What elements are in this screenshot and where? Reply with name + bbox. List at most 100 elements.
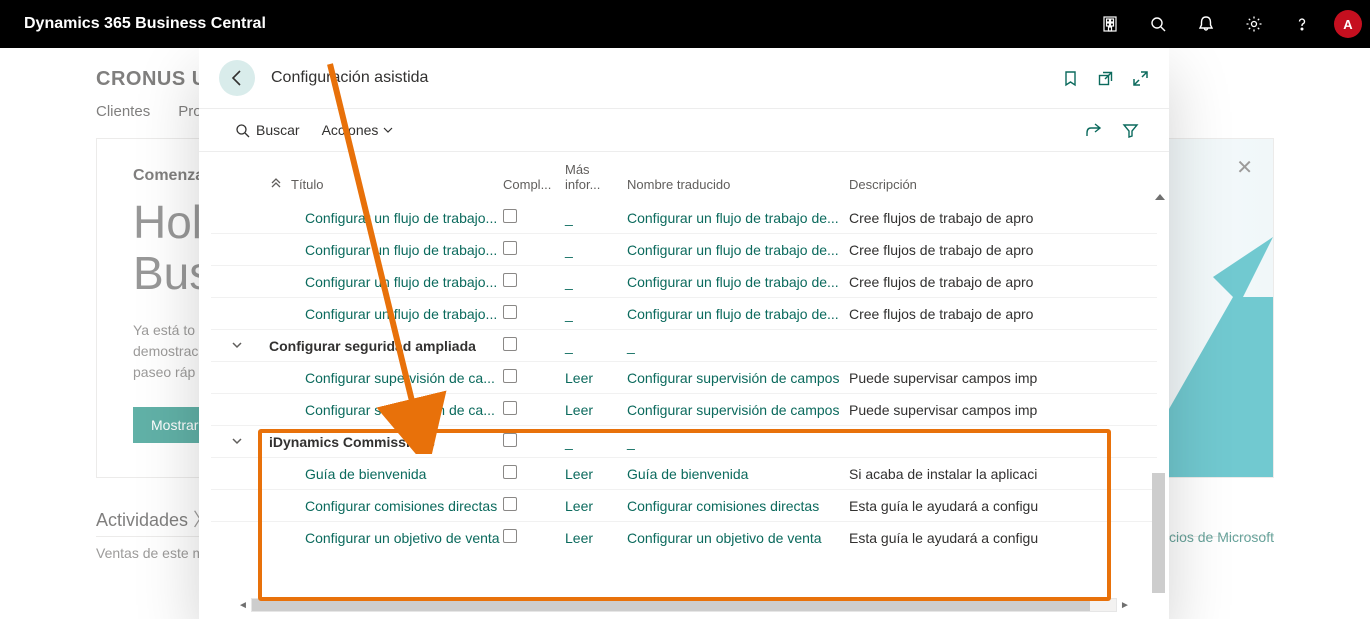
- row-title-link[interactable]: Guía de bienvenida: [269, 466, 426, 482]
- table-header: Título Compl... Más infor... Nombre trad…: [211, 152, 1157, 202]
- row-title-link[interactable]: Configurar un flujo de trabajo...: [269, 306, 497, 322]
- user-avatar[interactable]: A: [1334, 10, 1362, 38]
- help-icon[interactable]: [1280, 0, 1324, 48]
- completed-checkbox[interactable]: [503, 465, 517, 479]
- filter-icon[interactable]: [1122, 122, 1139, 139]
- translated-name-link[interactable]: Configurar un objetivo de venta: [627, 530, 822, 546]
- completed-checkbox[interactable]: [503, 241, 517, 255]
- open-new-window-icon[interactable]: [1097, 70, 1114, 87]
- row-description: Puede supervisar campos imp: [849, 402, 1139, 418]
- completed-checkbox[interactable]: [503, 433, 517, 447]
- horizontal-scrollbar-thumb[interactable]: [252, 599, 1090, 611]
- info-empty: _: [565, 210, 573, 226]
- translated-name-link[interactable]: Configurar comisiones directas: [627, 498, 819, 514]
- row-title-link[interactable]: Configurar supervisión de ca...: [269, 370, 495, 386]
- row-description: Cree flujos de trabajo de apro: [849, 210, 1139, 226]
- col-moreinfo-header-1[interactable]: Más: [565, 162, 590, 177]
- completed-checkbox[interactable]: [503, 337, 517, 351]
- topbar-actions: A: [1088, 0, 1362, 48]
- translated-name-link[interactable]: Configurar un flujo de trabajo de...: [627, 274, 839, 290]
- table-row: Configurar un objetivo de venta Leer Confi…: [211, 521, 1157, 553]
- setup-table: Título Compl... Más infor... Nombre trad…: [199, 152, 1169, 619]
- bookmark-icon[interactable]: [1062, 70, 1079, 87]
- share-icon[interactable]: [1085, 122, 1102, 139]
- info-empty: _: [565, 274, 573, 290]
- collapse-all-icon[interactable]: [269, 178, 283, 192]
- row-description: Cree flujos de trabajo de apro: [849, 306, 1139, 322]
- more-info-link[interactable]: Leer: [565, 466, 593, 482]
- row-title-link[interactable]: Configurar un flujo de trabajo...: [269, 274, 497, 290]
- col-description-header[interactable]: Descripción: [849, 177, 1139, 192]
- row-title-link[interactable]: Configurar un flujo de trabajo...: [269, 242, 497, 258]
- table-row: Configurar supervisión de ca... Leer Confi…: [211, 361, 1157, 393]
- name-empty: _: [627, 338, 635, 354]
- row-description: Puede supervisar campos imp: [849, 370, 1139, 386]
- search-icon[interactable]: [1136, 0, 1180, 48]
- table-row: Configurar un flujo de trabajo..._Config…: [211, 233, 1157, 265]
- table-group-row: Configurar seguridad ampliada _ _: [211, 329, 1157, 361]
- search-action[interactable]: Buscar: [235, 122, 300, 138]
- info-empty: _: [565, 306, 573, 322]
- vertical-scrollbar-thumb[interactable]: [1152, 473, 1165, 593]
- table-row: Configurar comisiones directas Leer Config…: [211, 489, 1157, 521]
- search-label: Buscar: [256, 122, 300, 138]
- horizontal-scrollbar[interactable]: ◄ ►: [235, 597, 1133, 613]
- translated-name-link[interactable]: Configurar un flujo de trabajo de...: [627, 242, 839, 258]
- info-empty: _: [565, 434, 573, 450]
- translated-name-link[interactable]: Configurar supervisión de campos: [627, 402, 839, 418]
- completed-checkbox[interactable]: [503, 529, 517, 543]
- more-info-link[interactable]: Leer: [565, 498, 593, 514]
- name-empty: _: [627, 434, 635, 450]
- translated-name-link[interactable]: Configurar un flujo de trabajo de...: [627, 306, 839, 322]
- back-button[interactable]: [219, 60, 255, 96]
- col-translated-name-header[interactable]: Nombre traducido: [627, 177, 849, 192]
- row-description: Cree flujos de trabajo de apro: [849, 242, 1139, 258]
- app-brand: Dynamics 365 Business Central: [24, 15, 266, 33]
- actions-label: Acciones: [322, 122, 379, 138]
- completed-checkbox[interactable]: [503, 305, 517, 319]
- translated-name-link[interactable]: Guía de bienvenida: [627, 466, 748, 482]
- more-info-link[interactable]: Leer: [565, 370, 593, 386]
- scroll-left-icon[interactable]: ◄: [235, 600, 251, 611]
- more-info-link[interactable]: Leer: [565, 402, 593, 418]
- chevron-down-icon[interactable]: [229, 435, 245, 447]
- translated-name-link[interactable]: Configurar un flujo de trabajo de...: [627, 210, 839, 226]
- col-completed-header[interactable]: Compl...: [503, 177, 565, 192]
- col-title-header[interactable]: Título: [291, 177, 324, 192]
- table-body: Configurar un flujo de trabajo..._Config…: [211, 202, 1157, 553]
- environment-icon[interactable]: [1088, 0, 1132, 48]
- expand-panel-icon[interactable]: [1132, 70, 1149, 87]
- table-row: Configurar un flujo de trabajo... _ Config…: [211, 202, 1157, 233]
- table-row: Configurar un flujo de trabajo... _ Config…: [211, 297, 1157, 329]
- table-row: Configurar supervisión de ca... Leer Confi…: [211, 393, 1157, 425]
- assisted-setup-panel: Configuración asistida Buscar Acciones T…: [199, 48, 1169, 619]
- table-row: Guía de bienvenida Leer Guía de bienvenida…: [211, 457, 1157, 489]
- actions-menu[interactable]: Acciones: [322, 122, 395, 138]
- settings-icon[interactable]: [1232, 0, 1276, 48]
- completed-checkbox[interactable]: [503, 401, 517, 415]
- row-description: Esta guía le ayudará a configu: [849, 530, 1139, 546]
- table-row: Configurar un flujo de trabajo... _ Config…: [211, 265, 1157, 297]
- col-moreinfo-header-2[interactable]: infor...: [565, 177, 600, 192]
- scroll-right-icon[interactable]: ►: [1117, 600, 1133, 611]
- more-info-link[interactable]: Leer: [565, 530, 593, 546]
- scroll-up-icon[interactable]: [1155, 194, 1165, 200]
- chevron-down-icon[interactable]: [229, 339, 245, 351]
- group-title: Configurar seguridad ampliada: [269, 338, 476, 354]
- completed-checkbox[interactable]: [503, 273, 517, 287]
- row-title-link[interactable]: Configurar comisiones directas: [269, 498, 497, 514]
- row-title-link[interactable]: Configurar supervisión de ca...: [269, 402, 495, 418]
- notifications-icon[interactable]: [1184, 0, 1228, 48]
- row-description: Cree flujos de trabajo de apro: [849, 274, 1139, 290]
- panel-title: Configuración asistida: [271, 69, 1062, 87]
- info-empty: _: [565, 338, 573, 354]
- row-title-link[interactable]: Configurar un flujo de trabajo...: [269, 210, 497, 226]
- group-title: iDynamics Commissions: [269, 434, 435, 450]
- completed-checkbox[interactable]: [503, 497, 517, 511]
- row-title-link[interactable]: Configurar un objetivo de venta: [269, 530, 500, 546]
- table-group-row: iDynamics Commissions _ _: [211, 425, 1157, 457]
- completed-checkbox[interactable]: [503, 209, 517, 223]
- translated-name-link[interactable]: Configurar supervisión de campos: [627, 370, 839, 386]
- row-description: Esta guía le ayudará a configu: [849, 498, 1139, 514]
- completed-checkbox[interactable]: [503, 369, 517, 383]
